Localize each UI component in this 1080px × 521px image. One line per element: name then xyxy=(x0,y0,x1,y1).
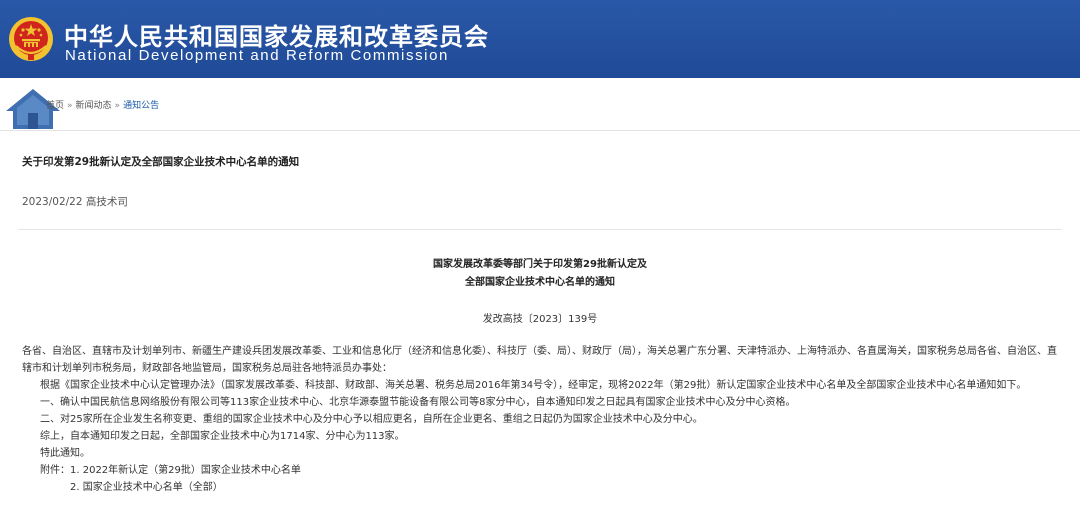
body-paragraph-4: 综上，自本通知印发之日起，全部国家企业技术中心为1714家、分中心为113家。 xyxy=(40,431,405,442)
breadcrumb-notice-link[interactable]: 通知公告 xyxy=(123,98,159,111)
document-number: 发改高技〔2023〕139号 xyxy=(482,314,598,325)
breadcrumb: 首页» 新闻动态» 通知公告 xyxy=(46,98,159,111)
breadcrumb-bar: 首页» 新闻动态» 通知公告 xyxy=(0,78,1080,131)
site-header-banner: 中华人民共和国国家发展和改革委员会 National Development a… xyxy=(0,0,1080,78)
breadcrumb-separator: » xyxy=(67,101,73,111)
breadcrumb-separator: » xyxy=(114,101,121,111)
breadcrumb-news-link[interactable]: 新闻动态 xyxy=(76,98,112,111)
attachment-1-link[interactable]: 附件：1. 2022年新认定（第29批）国家企业技术中心名单 xyxy=(22,462,1062,479)
attachment-2-link[interactable]: 2. 国家企业技术中心名单（全部） xyxy=(22,479,1062,496)
document-body: 各省、自治区、直辖市及计划单列市、新疆生产建设兵团发展改革委、工业和信息化厅（经… xyxy=(22,343,1062,496)
article-title: 关于印发第29批新认定及全部国家企业技术中心名单的通知 xyxy=(22,156,300,168)
body-paragraph-3: 二、对25家所在企业发生名称变更、重组的国家企业技术中心及分中心予以相应更名，自… xyxy=(40,414,703,425)
document-heading-line1: 国家发展改革委等部门关于印发第29批新认定及 xyxy=(433,259,647,270)
document-heading-line2: 全部国家企业技术中心名单的通知 xyxy=(465,277,615,288)
body-paragraph-2: 一、确认中国民航信息网络股份有限公司等113家企业技术中心、北京华源泰盟节能设备… xyxy=(40,397,796,408)
breadcrumb-home-link[interactable]: 首页 xyxy=(46,98,64,111)
addressees-paragraph: 各省、自治区、直辖市及计划单列市、新疆生产建设兵团发展改革委、工业和信息化厅（经… xyxy=(22,346,1057,374)
article-meta: 2023/02/22 高技术司 xyxy=(22,196,128,208)
title-divider xyxy=(18,229,1062,230)
body-paragraph-5: 特此通知。 xyxy=(40,448,90,459)
body-paragraph-1: 根据《国家企业技术中心认定管理办法》（国家发展改革委、科技部、财政部、海关总署、… xyxy=(40,380,1027,391)
national-emblem-icon xyxy=(9,17,53,61)
site-title-english: National Development and Reform Commissi… xyxy=(65,47,450,64)
